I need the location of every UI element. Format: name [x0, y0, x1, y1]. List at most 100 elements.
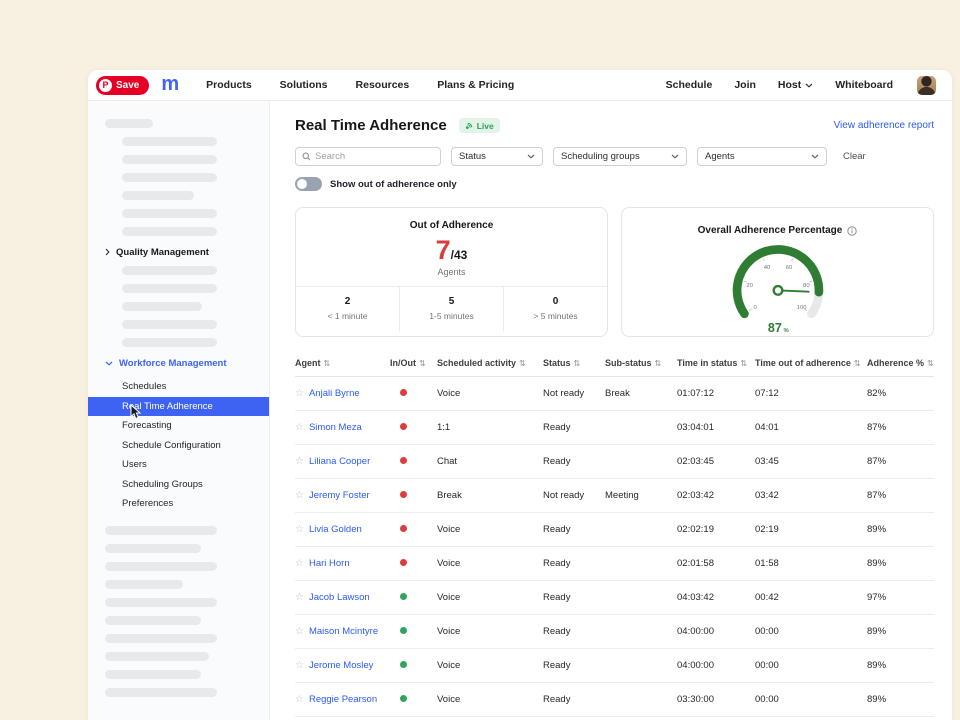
- nav-link-plans-pricing[interactable]: Plans & Pricing: [437, 79, 514, 91]
- time-in-status-cell: 02:01:58: [677, 558, 755, 569]
- out-of-adherence-toggle[interactable]: [295, 177, 322, 191]
- favorite-star-icon[interactable]: ☆: [295, 694, 304, 705]
- agent-link[interactable]: Jacob Lawson: [309, 592, 370, 603]
- agent-link[interactable]: Jeremy Foster: [309, 490, 370, 501]
- agent-link[interactable]: Anjali Byrne: [309, 388, 360, 399]
- gauge-tick-label: 0: [753, 305, 757, 311]
- pinterest-save-button[interactable]: P Save: [96, 76, 149, 95]
- agents-dropdown-label: Agents: [705, 151, 735, 162]
- nav-link-resources[interactable]: Resources: [356, 79, 410, 91]
- scheduled-activity-cell: Voice: [437, 524, 543, 535]
- agent-link[interactable]: Liliana Cooper: [309, 456, 370, 467]
- inout-status-dot: [400, 525, 407, 532]
- favorite-star-icon[interactable]: ☆: [295, 592, 304, 603]
- clear-filters-button[interactable]: Clear: [843, 151, 866, 162]
- adherence-cell: 89%: [867, 660, 934, 671]
- brand-logo[interactable]: m: [161, 74, 178, 94]
- skeleton-bar: [105, 670, 201, 679]
- favorite-star-icon[interactable]: ☆: [295, 524, 304, 535]
- sub-status-cell: Break: [605, 388, 677, 399]
- skeleton-bar: [105, 544, 201, 553]
- live-label: Live: [477, 121, 494, 131]
- status-dropdown[interactable]: Status: [451, 147, 543, 166]
- out-of-adherence-card: Out of Adherence 7 /43 Agents 2 < 1 minu…: [295, 207, 608, 337]
- favorite-star-icon[interactable]: ☆: [295, 456, 304, 467]
- pinterest-icon: P: [99, 79, 112, 92]
- skeleton-bar: [105, 598, 217, 607]
- adherence-cell: 89%: [867, 524, 934, 535]
- col-header-scheduled-activity[interactable]: Scheduled activity⇅: [437, 358, 543, 368]
- nav-link-products[interactable]: Products: [206, 79, 252, 91]
- favorite-star-icon[interactable]: ☆: [295, 626, 304, 637]
- table-row: ☆Jeremy Foster Break Not ready Meeting 0…: [295, 479, 934, 513]
- sidebar-item-forecasting[interactable]: Forecasting: [88, 416, 269, 436]
- agent-link[interactable]: Jerome Mosley: [309, 660, 373, 671]
- col-header-adherence[interactable]: Adherence %⇅: [867, 358, 934, 368]
- status-cell: Ready: [543, 524, 605, 535]
- nav-link-whiteboard[interactable]: Whiteboard: [835, 79, 893, 91]
- gauge-tick-label: 40: [763, 265, 770, 271]
- search-box[interactable]: [295, 147, 441, 166]
- agent-link[interactable]: Simon Meza: [309, 422, 362, 433]
- inout-status-dot: [400, 389, 407, 396]
- nav-link-solutions[interactable]: Solutions: [280, 79, 328, 91]
- sidebar-item-schedules[interactable]: Schedules: [88, 377, 269, 397]
- sort-icon: ⇅: [519, 359, 526, 368]
- chevron-down-icon: [805, 83, 813, 88]
- inout-status-dot: [400, 559, 407, 566]
- favorite-star-icon[interactable]: ☆: [295, 388, 304, 399]
- inout-status-dot: [400, 695, 407, 702]
- sidebar-section-quality-management[interactable]: Quality Management: [88, 245, 269, 259]
- sidebar-item-users[interactable]: Users: [88, 455, 269, 475]
- col-header-time-in-status[interactable]: Time in status⇅: [677, 358, 755, 368]
- scheduling-groups-dropdown[interactable]: Scheduling groups: [553, 147, 687, 166]
- nav-link-schedule[interactable]: Schedule: [666, 79, 713, 91]
- status-cell: Ready: [543, 660, 605, 671]
- nav-link-host[interactable]: Host: [778, 79, 813, 91]
- skeleton-bar: [122, 320, 217, 329]
- sort-icon: ⇅: [324, 359, 331, 368]
- out-count-row: 7 /43: [306, 237, 597, 264]
- agent-link[interactable]: Reggie Pearson: [309, 694, 377, 705]
- table-row: ☆Maison Mcintyre Voice Ready 04:00:00 00…: [295, 615, 934, 649]
- agent-link[interactable]: Hari Horn: [309, 558, 350, 569]
- view-adherence-report-link[interactable]: View adherence report: [834, 120, 934, 131]
- search-input[interactable]: [315, 151, 434, 162]
- table-row: ☆Jacob Lawson Voice Ready 04:03:42 00:42…: [295, 581, 934, 615]
- agents-table: Agent⇅ In/Out⇅ Scheduled activity⇅ Statu…: [295, 353, 934, 717]
- time-in-status-cell: 03:04:01: [677, 422, 755, 433]
- inout-status-dot: [400, 457, 407, 464]
- adherence-cell: 89%: [867, 626, 934, 637]
- favorite-star-icon[interactable]: ☆: [295, 490, 304, 501]
- skeleton-bar: [105, 526, 217, 535]
- favorite-star-icon[interactable]: ☆: [295, 558, 304, 569]
- col-header-in-out[interactable]: In/Out⇅: [390, 358, 437, 368]
- scheduling-groups-label: Scheduling groups: [561, 151, 640, 162]
- agent-link[interactable]: Livia Golden: [309, 524, 362, 535]
- gauge-title-row: Overall Adherence Percentage: [698, 225, 858, 236]
- sidebar-item-preferences[interactable]: Preferences: [88, 494, 269, 514]
- sort-icon: ⇅: [574, 359, 581, 368]
- agent-link[interactable]: Maison Mcintyre: [309, 626, 378, 637]
- col-header-sub-status[interactable]: Sub-status⇅: [605, 358, 677, 368]
- time-out-cell: 03:42: [755, 490, 867, 501]
- skeleton-bar: [122, 284, 217, 293]
- sidebar-item-real-time-adherence[interactable]: Real Time Adherence: [88, 397, 269, 417]
- scheduled-activity-cell: Voice: [437, 626, 543, 637]
- user-avatar[interactable]: [917, 76, 936, 95]
- sidebar-section-workforce-management[interactable]: Workforce Management: [88, 356, 269, 370]
- info-icon[interactable]: [847, 226, 857, 236]
- sidebar-item-schedule-configuration[interactable]: Schedule Configuration: [88, 436, 269, 456]
- favorite-star-icon[interactable]: ☆: [295, 422, 304, 433]
- bucket-over-5-minutes: 0 > 5 minutes: [503, 287, 607, 332]
- nav-link-join[interactable]: Join: [734, 79, 756, 91]
- status-cell: Ready: [543, 626, 605, 637]
- favorite-star-icon[interactable]: ☆: [295, 660, 304, 671]
- col-header-agent[interactable]: Agent⇅: [295, 358, 390, 368]
- col-header-time-out-of-adherence[interactable]: Time out of adherence⇅: [755, 358, 867, 368]
- agents-dropdown[interactable]: Agents: [697, 147, 827, 166]
- sidebar-item-scheduling-groups[interactable]: Scheduling Groups: [88, 475, 269, 495]
- col-header-status[interactable]: Status⇅: [543, 358, 605, 368]
- out-count: 7: [436, 237, 451, 264]
- col-label: In/Out: [390, 358, 416, 368]
